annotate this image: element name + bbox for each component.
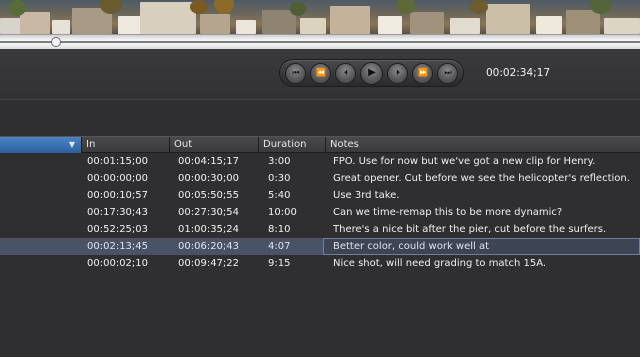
scrubber-track[interactable] [0, 41, 640, 43]
cell-notes[interactable]: Can we time-remap this to be more dynami… [333, 204, 633, 221]
timeline-scrubber[interactable] [0, 34, 640, 49]
cell-in: 00:00:10;57 [87, 190, 149, 201]
step-back-button[interactable]: ⏴ [335, 62, 356, 84]
column-header-duration-label: Duration [263, 139, 307, 150]
table-row-selected[interactable]: 00:02:13;45 00:06:20;43 4:07 Better colo… [0, 238, 640, 255]
cell-notes-editing[interactable]: Better color, could work well at [333, 238, 633, 255]
go-to-end-button[interactable]: ⏭ [437, 62, 458, 84]
markers-table-body: 00:01:15;00 00:04:15;17 3:00 FPO. Use fo… [0, 153, 640, 272]
go-to-start-icon: ⏮ [292, 68, 299, 77]
fast-forward-button[interactable]: ⏩ [412, 62, 433, 84]
column-header-in[interactable]: In [82, 137, 170, 153]
panel-divider [0, 99, 640, 137]
cell-in: 00:01:15;00 [87, 156, 149, 167]
column-header-out-label: Out [174, 139, 193, 150]
cell-out: 00:04:15;17 [178, 156, 240, 167]
step-back-icon: ⏴ [344, 68, 348, 77]
step-forward-button[interactable]: ⏵ [387, 62, 408, 84]
table-row[interactable]: 00:00:10;57 00:05:50;55 5:40 Use 3rd tak… [0, 187, 640, 204]
step-forward-icon: ⏵ [396, 68, 400, 77]
cell-duration: 4:07 [268, 241, 291, 252]
cell-notes[interactable]: Nice shot, will need grading to match 15… [333, 255, 633, 272]
cell-out: 00:00:30;00 [178, 173, 240, 184]
cell-out: 00:05:50;55 [178, 190, 240, 201]
video-preview [0, 0, 640, 34]
cell-duration: 0:30 [268, 173, 291, 184]
cell-in: 00:52:25;03 [87, 224, 149, 235]
cell-in: 00:17:30;43 [87, 207, 149, 218]
cell-duration: 8:10 [268, 224, 291, 235]
table-row[interactable]: 00:00:02;10 00:09:47;22 9:15 Nice shot, … [0, 255, 640, 272]
table-row[interactable]: 00:17:30;43 00:27:30;54 10:00 Can we tim… [0, 204, 640, 221]
column-header-notes[interactable]: Notes [326, 137, 640, 153]
cell-duration: 3:00 [268, 156, 291, 167]
cell-in: 00:00:02;10 [87, 258, 149, 269]
play-icon: ▶ [368, 67, 376, 78]
column-header-notes-label: Notes [330, 139, 359, 150]
cell-out: 00:06:20;43 [178, 241, 240, 252]
cell-notes[interactable]: FPO. Use for now but we've got a new cli… [333, 153, 633, 170]
rewind-icon: ⏪ [316, 68, 326, 77]
table-row[interactable]: 00:52:25;03 01:00:35;24 8:10 There's a n… [0, 221, 640, 238]
markers-table-header: ▼ In Out Duration Notes [0, 136, 640, 153]
current-timecode: 00:02:34;17 [486, 67, 551, 79]
play-button[interactable]: ▶ [360, 61, 383, 85]
go-to-start-button[interactable]: ⏮ [285, 62, 306, 84]
transport-controls: ⏮ ⏪ ⏴ ▶ ⏵ ⏩ ⏭ [279, 59, 464, 87]
cell-out: 01:00:35;24 [178, 224, 240, 235]
column-header-out[interactable]: Out [170, 137, 259, 153]
rewind-button[interactable]: ⏪ [310, 62, 331, 84]
table-row[interactable]: 00:00:00;00 00:00:30;00 0:30 Great opene… [0, 170, 640, 187]
cell-notes[interactable]: There's a nice bit after the pier, cut b… [333, 221, 640, 238]
table-row[interactable]: 00:01:15;00 00:04:15;17 3:00 FPO. Use fo… [0, 153, 640, 170]
cell-duration: 9:15 [268, 258, 291, 269]
cell-in: 00:02:13;45 [87, 241, 149, 252]
cell-notes[interactable]: Use 3rd take. [333, 187, 633, 204]
go-to-end-icon: ⏭ [444, 68, 451, 77]
sort-column-header[interactable]: ▼ [0, 137, 82, 153]
fast-forward-icon: ⏩ [418, 68, 428, 77]
transport-bar: ⏮ ⏪ ⏴ ▶ ⏵ ⏩ ⏭ 00:02:34;17 [0, 49, 640, 99]
cell-out: 00:09:47;22 [178, 258, 240, 269]
sort-descending-icon[interactable]: ▼ [69, 137, 75, 152]
cell-notes[interactable]: Great opener. Cut before we see the heli… [333, 170, 640, 187]
cell-duration: 10:00 [268, 207, 297, 218]
column-header-in-label: In [86, 139, 96, 150]
cell-out: 00:27:30;54 [178, 207, 240, 218]
column-header-duration[interactable]: Duration [259, 137, 326, 153]
cell-in: 00:00:00;00 [87, 173, 149, 184]
cell-duration: 5:40 [268, 190, 291, 201]
playhead-handle[interactable] [51, 37, 61, 47]
